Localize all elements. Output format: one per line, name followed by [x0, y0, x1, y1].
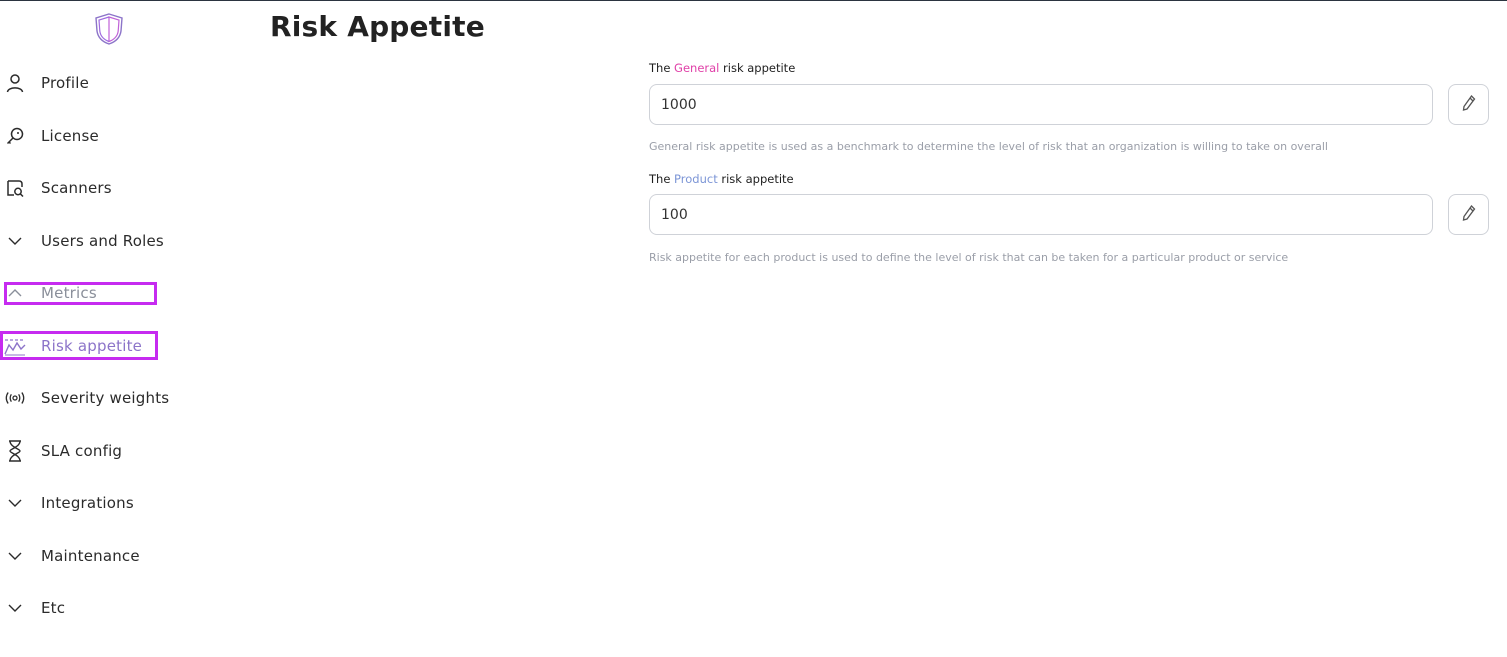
general-risk-appetite-input[interactable] [649, 84, 1433, 125]
sidebar-item-label: Risk appetite [41, 337, 143, 355]
sidebar-item-scanners[interactable]: Scanners [0, 174, 240, 202]
product-edit-button[interactable] [1448, 194, 1489, 235]
sidebar-item-users-and-roles[interactable]: Users and Roles [0, 227, 240, 255]
sidebar-item-label: Users and Roles [41, 232, 164, 250]
sidebar-item-etc[interactable]: Etc [0, 594, 240, 622]
broadcast-icon [4, 387, 26, 409]
sidebar-item-metrics[interactable]: Metrics [0, 279, 240, 307]
sidebar-item-profile[interactable]: Profile [0, 69, 240, 97]
chevron-down-icon [4, 230, 26, 252]
label-prefix: The [649, 61, 675, 75]
hourglass-icon [4, 440, 26, 462]
shield-logo-icon[interactable] [93, 12, 125, 46]
sidebar-item-label: License [41, 127, 99, 145]
sidebar-item-sla-config[interactable]: SLA config [0, 437, 240, 465]
general-help-text: General risk appetite is used as a bench… [649, 140, 1328, 153]
chevron-up-icon [4, 282, 26, 304]
product-risk-appetite-input[interactable] [649, 194, 1433, 235]
label-suffix: risk appetite [717, 172, 794, 186]
sidebar-item-label: Severity weights [41, 389, 170, 407]
sidebar-item-label: Metrics [41, 284, 97, 302]
sidebar-item-integrations[interactable]: Integrations [0, 489, 240, 517]
sidebar-item-label: Etc [41, 599, 66, 617]
sidebar-item-label: Profile [41, 74, 90, 92]
user-icon [4, 72, 26, 94]
pencil-icon [1461, 204, 1477, 226]
pencil-icon [1461, 94, 1477, 116]
chevron-down-icon [4, 492, 26, 514]
sidebar-item-label: Scanners [41, 179, 112, 197]
product-risk-appetite-label: The Product risk appetite [649, 172, 794, 186]
sidebar-item-label: Maintenance [41, 547, 140, 565]
sidebar-item-maintenance[interactable]: Maintenance [0, 542, 240, 570]
sidebar-item-label: SLA config [41, 442, 123, 460]
label-suffix: risk appetite [719, 61, 796, 75]
page-title: Risk Appetite [270, 10, 485, 43]
sidebar-item-label: Integrations [41, 494, 134, 512]
scanner-search-icon [4, 177, 26, 199]
general-edit-button[interactable] [1448, 84, 1489, 125]
top-border [0, 0, 1507, 1]
label-highlight-product: Product [674, 172, 718, 186]
key-icon [4, 125, 26, 147]
general-risk-appetite-label: The General risk appetite [649, 61, 795, 75]
chevron-down-icon [4, 545, 26, 567]
chevron-down-icon [4, 597, 26, 619]
product-help-text: Risk appetite for each product is used t… [649, 251, 1289, 264]
label-prefix: The [649, 172, 675, 186]
label-highlight-general: General [674, 61, 720, 75]
sidebar-item-risk-appetite[interactable]: Risk appetite [0, 332, 240, 360]
sidebar-item-severity-weights[interactable]: Severity weights [0, 384, 240, 412]
sidebar-item-license[interactable]: License [0, 122, 240, 150]
chart-line-icon [4, 335, 26, 357]
